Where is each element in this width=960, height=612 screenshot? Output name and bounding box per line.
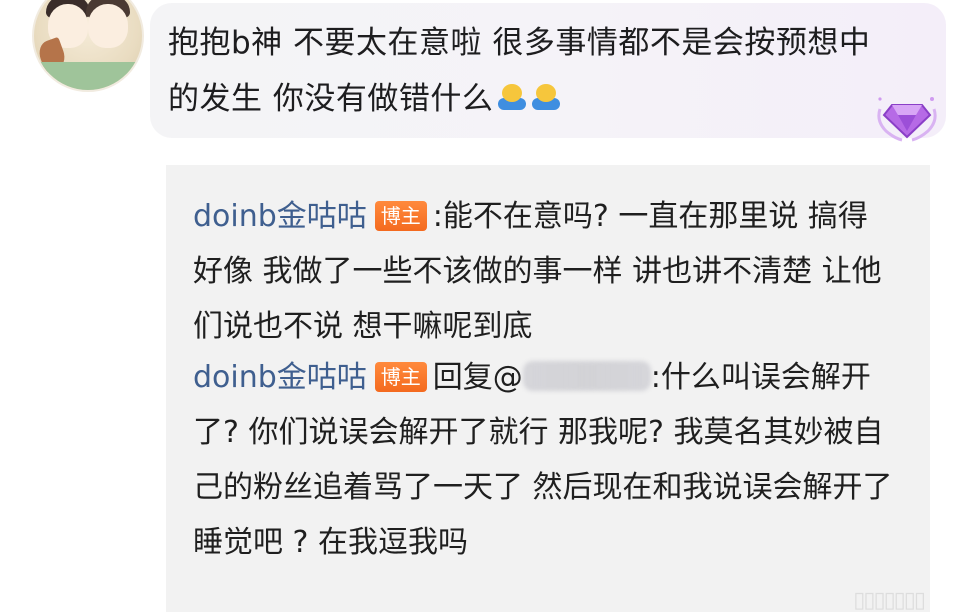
reply-username[interactable]: doinb金咕咕 bbox=[193, 360, 367, 395]
reply-item[interactable]: doinb金咕咕 博主 回复@:什么叫误会解开了? 你们说误会解开了就行 那我呢? … bbox=[193, 350, 893, 570]
blurred-username bbox=[522, 361, 651, 391]
avatar[interactable] bbox=[32, 0, 144, 92]
weibo-comment-screen: 抱抱b神 不要太在意啦 很多事情都不是会按预想中的发生 你没有做错什么 doin… bbox=[0, 0, 960, 612]
comment-bubble[interactable]: 抱抱b神 不要太在意啦 很多事情都不是会按预想中的发生 你没有做错什么 bbox=[150, 3, 946, 142]
reply-panel: doinb金咕咕 博主:能不在意吗? 一直在那里说 搞得好像 我做了一些不该做的事… bbox=[166, 165, 930, 612]
hugging-emoji-icon bbox=[531, 82, 561, 112]
host-tag: 博主 bbox=[374, 362, 427, 392]
reply-username[interactable]: doinb金咕咕 bbox=[193, 199, 367, 234]
reply-prefix: 回复@ bbox=[432, 360, 523, 395]
hugging-emoji-icon bbox=[497, 82, 527, 112]
purple-gem-badge-icon bbox=[877, 97, 937, 142]
comment-text-block: 抱抱b神 不要太在意啦 很多事情都不是会按预想中的发生 你没有做错什么 bbox=[168, 15, 878, 127]
watermark: ▯▯▯▯▯▯▯ bbox=[853, 588, 926, 612]
avatar-face bbox=[88, 4, 128, 48]
avatar-background bbox=[34, 62, 142, 90]
reply-item[interactable]: doinb金咕咕 博主:能不在意吗? 一直在那里说 搞得好像 我做了一些不该做的事… bbox=[193, 189, 893, 354]
host-tag: 博主 bbox=[374, 201, 427, 231]
